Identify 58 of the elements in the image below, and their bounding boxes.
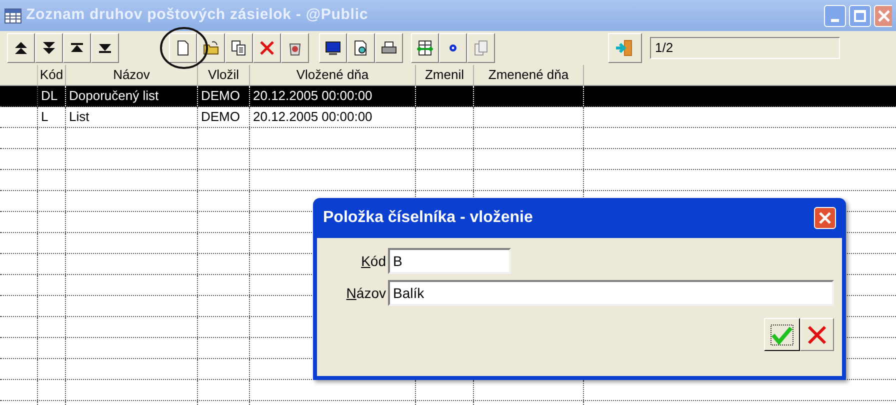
record-position-field: 1/2 [650, 37, 840, 59]
down-double-arrow-icon [41, 40, 57, 56]
table-row[interactable]: DL Doporučený list DEMO 20.12.2005 00:00:00 [0, 86, 896, 107]
table-cell: 20.12.2005 00:00:00 [250, 107, 416, 127]
folder-icon [203, 40, 219, 56]
window-title: Zoznam druhov poštových zásielok - @Public [26, 5, 368, 26]
column-header[interactable]: Vložené dňa [250, 65, 416, 85]
close-icon [876, 8, 890, 22]
text-field[interactable]: B [388, 248, 511, 274]
print-preview-icon [353, 40, 369, 56]
table-cell: DL [38, 86, 66, 106]
up-double-arrow-icon [13, 40, 29, 56]
column-header[interactable]: Kód [38, 65, 66, 85]
column-header[interactable]: Vložil [198, 65, 250, 85]
table-icon [4, 8, 22, 24]
table-cell: List [66, 107, 198, 127]
check-icon [770, 324, 794, 346]
new-document-icon [175, 40, 191, 56]
table-cell: L [38, 107, 66, 127]
delete-icon [259, 40, 275, 56]
field-label: Názov [345, 284, 387, 302]
document-stack-icon [473, 40, 489, 56]
cancel-button[interactable] [800, 318, 834, 351]
close-button[interactable] [814, 207, 836, 229]
table-cell: 20.12.2005 00:00:00 [250, 86, 416, 106]
toolbar-button[interactable] [91, 33, 119, 63]
table-cell: DEMO [198, 107, 250, 127]
printer-icon [381, 40, 397, 56]
column-header[interactable]: Zmenil [416, 65, 474, 85]
exit-button[interactable] [608, 33, 642, 63]
close-icon [818, 211, 832, 225]
table-cell: DEMO [198, 86, 250, 106]
door-arrow-icon [615, 38, 635, 58]
dialog-title: Položka číselníka - vloženie [323, 208, 533, 228]
toolbar-button[interactable] [319, 33, 347, 63]
toolbar-button[interactable] [347, 33, 375, 63]
toolbar-button[interactable] [169, 33, 197, 63]
toolbar-button[interactable] [7, 33, 35, 63]
monitor-icon [325, 40, 341, 56]
column-header[interactable]: Zmenené dňa [474, 65, 584, 85]
toolbar-button[interactable] [225, 33, 253, 63]
table-cell: Doporučený list [66, 86, 198, 106]
table-row[interactable]: L List DEMO 20.12.2005 00:00:00 [0, 107, 896, 128]
toolbar-button[interactable] [411, 33, 439, 63]
toolbar-button[interactable] [281, 33, 309, 63]
toolbar-button[interactable] [35, 33, 63, 63]
column-header[interactable]: Názov [66, 65, 198, 85]
text-field[interactable]: Balík [388, 280, 834, 306]
column-resize-icon [417, 40, 433, 56]
toolbar-button[interactable] [197, 33, 225, 63]
field-label: Kód [360, 252, 387, 270]
toolbar-button[interactable] [375, 33, 403, 63]
confirm-button[interactable] [764, 318, 800, 351]
toolbar-button[interactable] [439, 33, 467, 63]
annotation-circle [159, 26, 209, 70]
cancel-x-icon [806, 324, 828, 346]
toolbar-button[interactable] [63, 33, 91, 63]
copy-icon [231, 40, 247, 56]
